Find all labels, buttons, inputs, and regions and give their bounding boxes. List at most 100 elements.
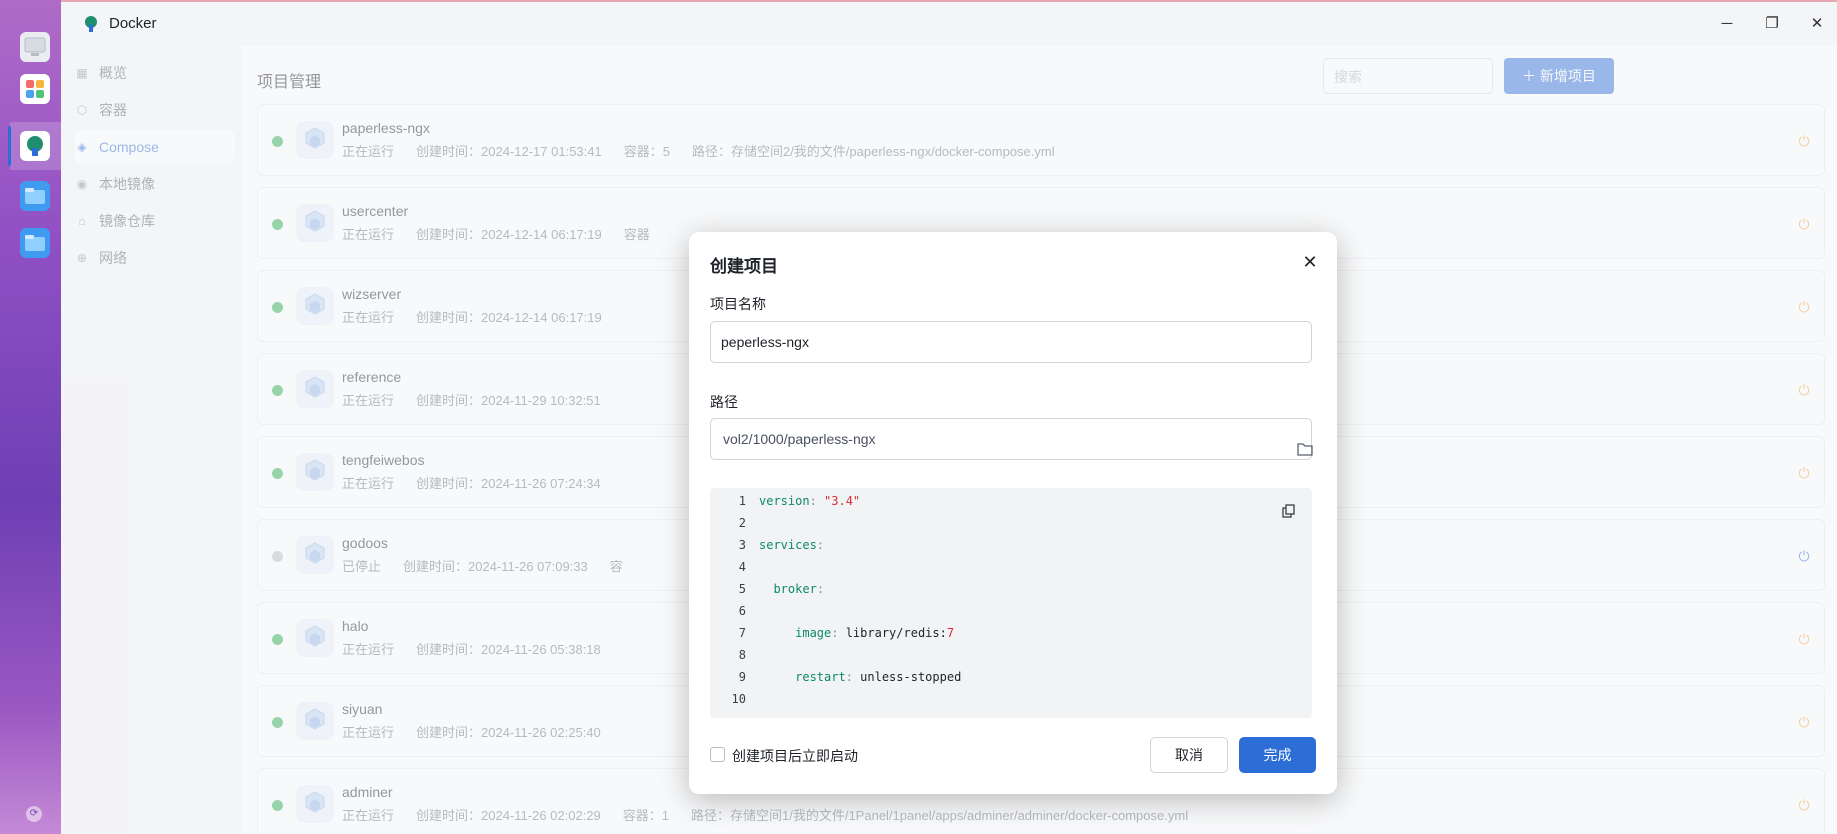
power-icon[interactable]: ⏻ [1796, 465, 1812, 481]
docker-app-icon[interactable] [20, 131, 50, 161]
line-number: 7 [738, 626, 746, 640]
disc-icon: ◉ [76, 177, 88, 191]
files-app-icon-2[interactable] [20, 228, 50, 258]
status-dot [272, 468, 283, 479]
power-icon[interactable]: ⏻ [1796, 797, 1812, 813]
project-containers: 容器：1 [622, 808, 669, 823]
project-status: 正在运行 [342, 144, 395, 159]
code-line: 3 services: [710, 538, 1312, 560]
code-line: 1 version: "3.4" [710, 494, 1312, 516]
sidebar: ▦ 概览 ⬡ 容器 ◈ Compose ◉ 本地镜像 ⌂ 镜像仓库 ⊕ 网络 [61, 46, 241, 834]
cancel-button[interactable]: 取消 [1150, 737, 1228, 773]
close-window-icon[interactable]: ✕ [1807, 14, 1827, 34]
sidebar-item-network[interactable]: ⊕ 网络 [75, 241, 235, 275]
status-dot [272, 551, 283, 562]
code-content: image: library/redis:7 [759, 626, 954, 640]
sidebar-item-label: 镜像仓库 [99, 213, 155, 229]
power-icon[interactable]: ⏻ [1796, 548, 1812, 564]
yaml-separator: : [809, 494, 825, 508]
sidebar-item-registry[interactable]: ⌂ 镜像仓库 [75, 204, 235, 238]
project-created: 创建时间：2024-11-26 07:24:34 [416, 476, 601, 491]
yaml-key: version [759, 494, 810, 508]
desktop-app-icon[interactable] [20, 32, 50, 62]
yaml-separator: : [816, 538, 825, 552]
sidebar-item-label: 网络 [99, 250, 127, 266]
line-number: 4 [738, 560, 746, 574]
power-icon[interactable]: ⏻ [1796, 299, 1812, 315]
project-meta: 正在运行 创建时间：2024-12-14 06:17:19 [342, 307, 668, 326]
project-created: 创建时间：2024-11-26 02:25:40 [416, 725, 601, 740]
dock-settings-icon[interactable]: ⟳ [26, 806, 42, 822]
status-dot [272, 800, 283, 811]
restore-icon[interactable]: ❐ [1762, 14, 1782, 34]
code-line: 5 broker: [710, 582, 1312, 604]
status-dot [272, 302, 283, 313]
project-icon [296, 619, 334, 657]
project-icon [296, 453, 334, 491]
app-title: Docker [109, 15, 157, 32]
project-status: 正在运行 [342, 393, 395, 408]
add-project-button[interactable]: ＋ 新增项目 [1504, 58, 1614, 94]
sidebar-item-compose[interactable]: ◈ Compose [75, 130, 235, 164]
power-icon[interactable]: ⏻ [1796, 216, 1812, 232]
project-name: siyuan [342, 701, 383, 717]
house-icon: ⌂ [78, 214, 86, 228]
project-meta: 正在运行 创建时间：2024-12-14 06:17:19 容器 [342, 224, 694, 243]
project-status: 正在运行 [342, 642, 395, 657]
line-number: 5 [738, 582, 746, 596]
project-meta: 正在运行 创建时间：2024-12-17 01:53:41 容器：5 路径：存储空间2… [342, 141, 1077, 160]
power-icon[interactable]: ⏻ [1796, 382, 1812, 398]
project-created: 创建时间：2024-11-26 05:38:18 [416, 642, 601, 657]
page-title: 项目管理 [257, 74, 322, 91]
code-line: 8 [710, 648, 1312, 670]
yaml-key: image [795, 626, 832, 640]
os-dock: ⟳ [0, 0, 61, 834]
compose-editor[interactable]: 1 version: "3.4" 2 3 services: 4 5 broker: 6 7 i… [710, 488, 1312, 718]
sidebar-item-local-images[interactable]: ◉ 本地镜像 [75, 167, 235, 201]
folder-icon[interactable] [1297, 431, 1313, 456]
project-meta: 正在运行 创建时间：2024-11-26 07:24:34 [342, 473, 667, 492]
autostart-checkbox[interactable] [710, 747, 725, 762]
path-input[interactable]: vol2/1000/paperless-ngx [710, 418, 1313, 460]
project-name: wizserver [342, 286, 402, 302]
status-dot [272, 717, 283, 728]
dialog-title: 创建项目 [710, 257, 778, 276]
power-icon[interactable]: ⏻ [1796, 133, 1812, 149]
project-name-input[interactable]: peperless-ngx [710, 321, 1312, 363]
yaml-value-tag: 7 [946, 626, 955, 640]
project-path: 路径：存储空间1/我的文件/1Panel/1panel/apps/adminer… [691, 808, 1189, 823]
project-icon [296, 785, 334, 823]
power-icon[interactable]: ⏻ [1796, 631, 1812, 647]
project-name: tengfeiwebos [342, 452, 425, 468]
project-name: adminer [342, 784, 393, 800]
yaml-key: broker [773, 582, 817, 596]
project-meta: 正在运行 创建时间：2024-11-26 05:38:18 [342, 639, 667, 658]
project-row[interactable]: paperless-ngx 正在运行 创建时间：2024-12-17 01:53:4… [257, 104, 1825, 176]
project-name: usercenter [342, 203, 409, 219]
sidebar-item-containers[interactable]: ⬡ 容器 [75, 93, 235, 127]
code-line: 6 [710, 604, 1312, 626]
yaml-key: restart [795, 670, 846, 684]
search-input[interactable]: 搜索 [1323, 58, 1493, 94]
app-center-icon[interactable] [20, 74, 50, 104]
project-icon [296, 370, 334, 408]
yaml-separator: : [845, 670, 861, 684]
sidebar-item-label: 容器 [99, 102, 127, 118]
project-status: 已停止 [342, 559, 382, 574]
close-icon[interactable]: ✕ [1300, 252, 1320, 272]
sidebar-item-overview[interactable]: ▦ 概览 [75, 56, 235, 90]
project-icon [296, 287, 334, 325]
line-number: 6 [738, 604, 746, 618]
path-value: vol2/1000/paperless-ngx [723, 431, 876, 447]
minimize-icon[interactable]: ─ [1717, 14, 1737, 34]
done-button[interactable]: 完成 [1239, 737, 1316, 773]
power-icon[interactable]: ⏻ [1796, 714, 1812, 730]
project-meta: 正在运行 创建时间：2024-11-26 02:25:40 [342, 722, 667, 741]
files-app-icon[interactable] [20, 181, 50, 211]
status-dot [272, 385, 283, 396]
yaml-value: "3.4" [824, 494, 861, 508]
project-name: halo [342, 618, 369, 634]
sidebar-item-label: 概览 [99, 65, 127, 81]
